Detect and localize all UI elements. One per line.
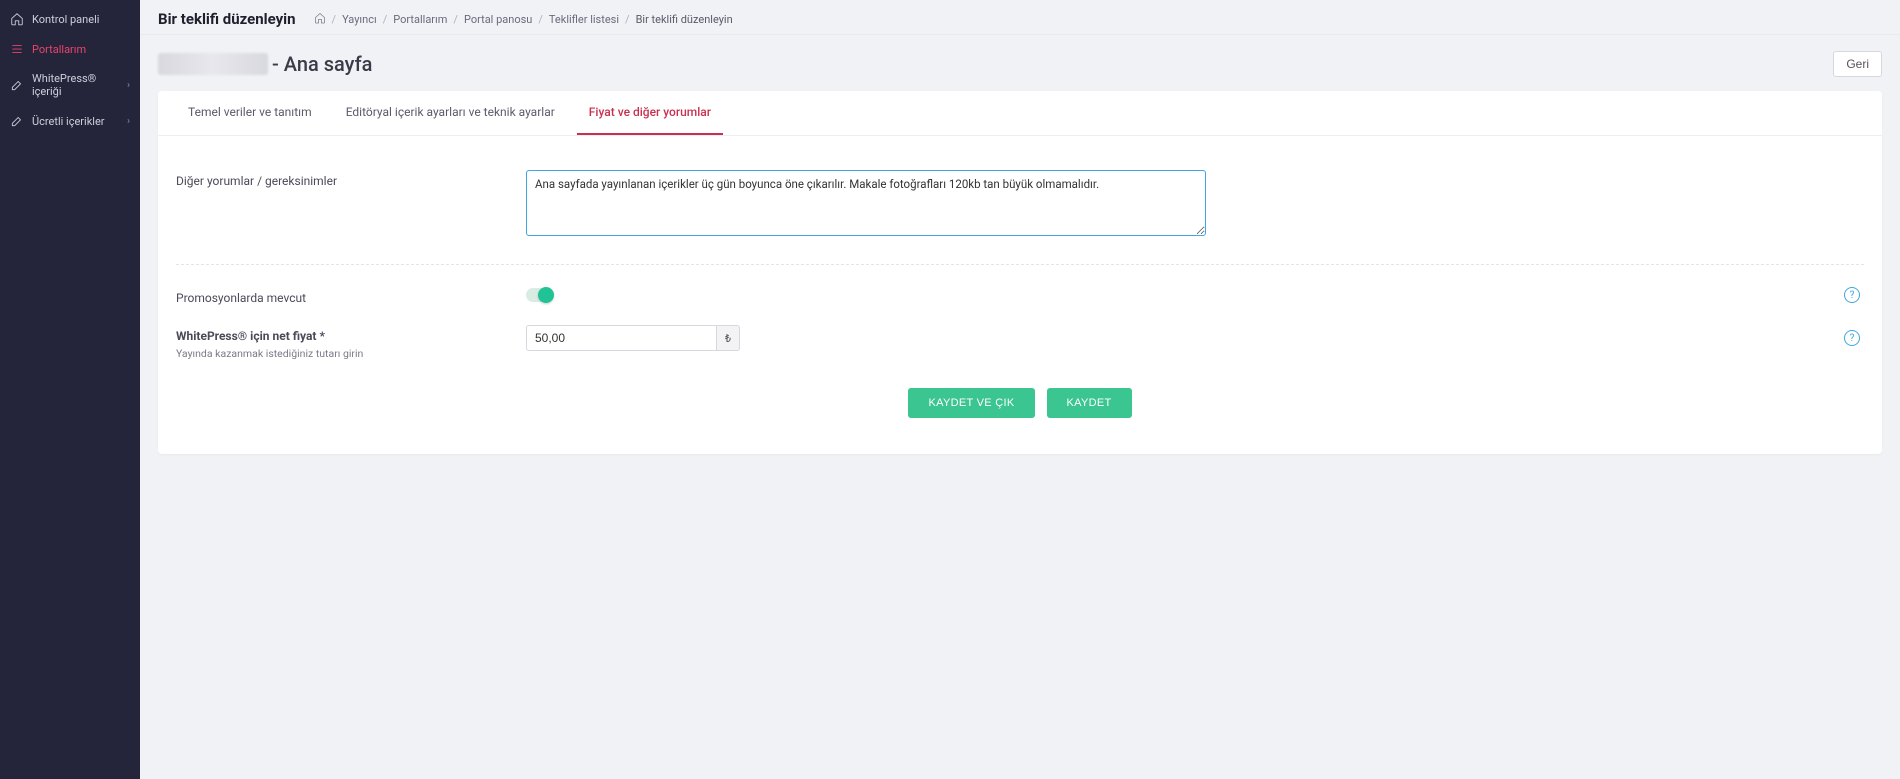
home-icon (10, 12, 24, 26)
promo-label: Promosyonlarda mevcut (176, 287, 526, 305)
chevron-right-icon: › (127, 80, 130, 91)
sidebar-item-portals[interactable]: Portallarım (0, 34, 140, 64)
currency-suffix: ₺ (716, 325, 740, 351)
list-icon (10, 42, 24, 56)
site-title-suffix: - Ana sayfa (272, 52, 372, 76)
tabs: Temel veriler ve tanıtım Editöryal içeri… (158, 91, 1882, 136)
topbar: Bir teklifi düzenleyin / Yayıncı / Porta… (140, 0, 1900, 35)
edit-icon (10, 78, 24, 92)
home-icon[interactable] (314, 12, 326, 27)
sidebar: Kontrol paneli Portallarım WhitePress® i… (0, 0, 140, 779)
toggle-knob (538, 287, 554, 303)
form-panel: Temel veriler ve tanıtım Editöryal içeri… (158, 91, 1882, 454)
sidebar-item-label: Portallarım (32, 43, 86, 56)
divider (176, 264, 1864, 265)
price-label: WhitePress® için net fiyat * (176, 329, 526, 343)
main-area: Bir teklifi düzenleyin / Yayıncı / Porta… (140, 0, 1900, 779)
help-icon[interactable]: ? (1844, 330, 1860, 346)
comments-textarea[interactable] (526, 170, 1206, 236)
comments-label: Diğer yorumlar / gereksinimler (176, 170, 526, 188)
sidebar-item-whitepress-content[interactable]: WhitePress® içeriği › (0, 64, 140, 106)
breadcrumb-link[interactable]: Portal panosu (464, 13, 532, 26)
promo-toggle[interactable] (526, 288, 552, 302)
price-input[interactable] (526, 325, 716, 351)
save-exit-button[interactable]: KAYDET VE ÇIK (908, 388, 1034, 418)
page-title: Bir teklifi düzenleyin (158, 10, 296, 28)
sidebar-item-label: Kontrol paneli (32, 13, 99, 26)
site-title: - Ana sayfa (158, 52, 372, 76)
help-icon[interactable]: ? (1844, 287, 1860, 303)
sidebar-item-paid-content[interactable]: Ücretli içerikler › (0, 106, 140, 136)
price-hint: Yayında kazanmak istediğiniz tutarı giri… (176, 347, 526, 360)
redacted-site-name (158, 53, 268, 75)
breadcrumb-current: Bir teklifi düzenleyin (636, 13, 733, 26)
breadcrumb-link[interactable]: Portallarım (393, 13, 447, 26)
tab-price[interactable]: Fiyat ve diğer yorumlar (577, 91, 723, 135)
breadcrumb-link[interactable]: Teklifler listesi (549, 13, 619, 26)
sidebar-item-label: Ücretli içerikler (32, 115, 105, 128)
edit-icon (10, 114, 24, 128)
back-button[interactable]: Geri (1833, 51, 1882, 77)
tab-basic[interactable]: Temel veriler ve tanıtım (176, 91, 324, 135)
save-button[interactable]: KAYDET (1047, 388, 1132, 418)
breadcrumb-link[interactable]: Yayıncı (342, 13, 377, 26)
chevron-right-icon: › (127, 116, 130, 127)
sidebar-item-dashboard[interactable]: Kontrol paneli (0, 4, 140, 34)
sidebar-item-label: WhitePress® içeriği (32, 72, 119, 98)
tab-editorial[interactable]: Editöryal içerik ayarları ve teknik ayar… (334, 91, 567, 135)
breadcrumb: / Yayıncı / Portallarım / Portal panosu … (314, 12, 733, 27)
